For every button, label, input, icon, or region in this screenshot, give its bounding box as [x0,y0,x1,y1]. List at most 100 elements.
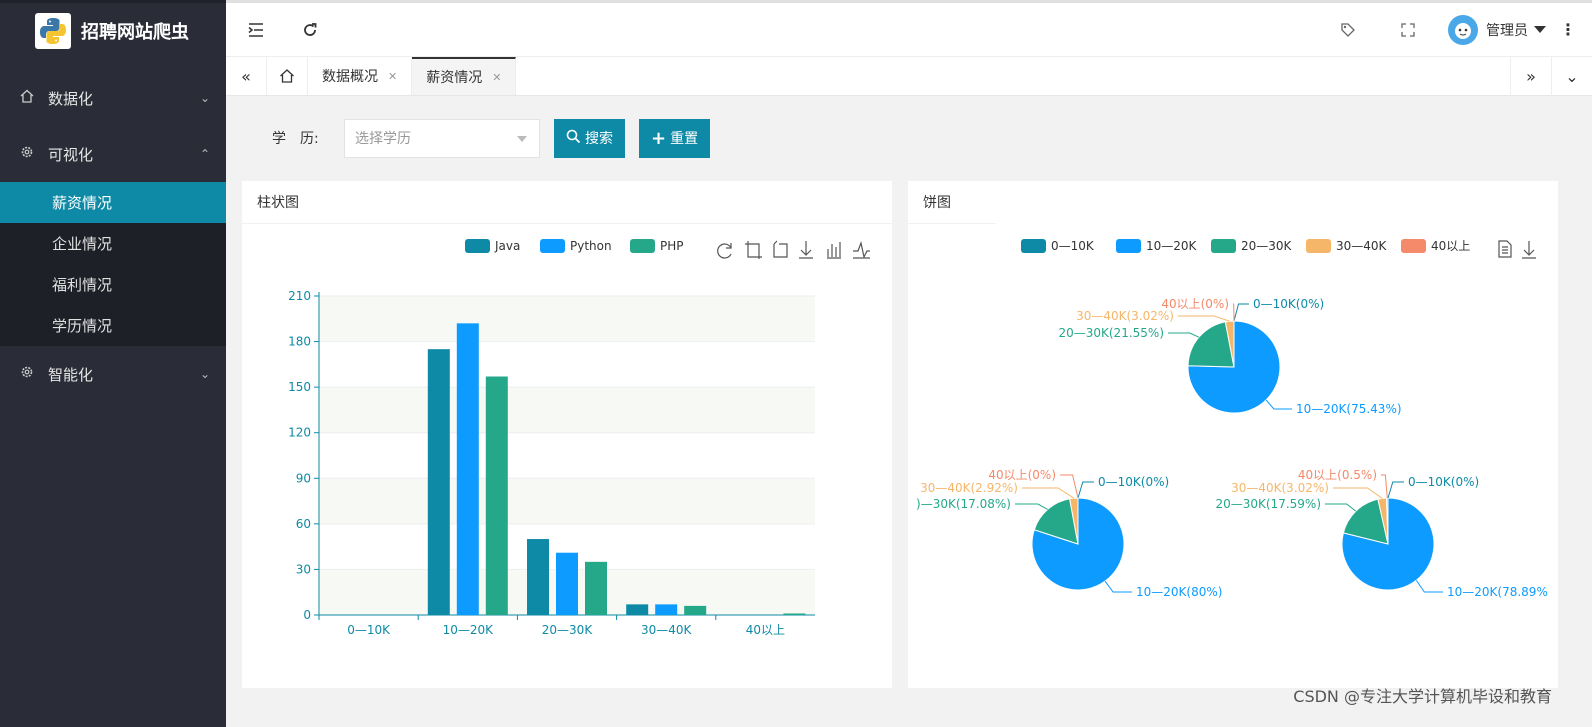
search-icon [566,129,581,148]
download-icon [1522,241,1536,259]
select-placeholder: 选择学历 [355,131,411,147]
sidebar-item-salary[interactable]: 薪资情况 [0,182,226,223]
app-title: 招聘网站爬虫 [81,21,189,43]
search-button[interactable]: 搜索 [554,118,625,158]
pie-chart-card: 饼图 0—10K 10—20K 20—30K 30—40K 40以上 0—10K(0%) 1… [908,181,1558,688]
sidebar-item-welfare[interactable]: 福利情况 [0,264,226,305]
nav-group-smart[interactable]: 智能化 ⌄ [0,346,226,402]
chevron-up-icon: ⌃ [199,147,210,161]
legend-label: 20—30K [1241,239,1293,253]
pie-label: 10—20K(75.43%) [1296,402,1402,416]
leader-line [1104,580,1132,593]
avatar[interactable] [1448,14,1478,45]
pie-label: 30—40K(3.02%) [1076,309,1174,323]
x-tick-label: 40以上 [746,623,785,637]
gear-icon [20,365,36,383]
leader-line [1333,487,1383,499]
tag-icon[interactable] [1336,18,1360,42]
leader-line [1415,579,1443,593]
chart-toolbox [717,240,870,259]
fullscreen-icon[interactable] [1396,18,1420,42]
nav-group-label: 可视化 [48,145,94,164]
leader-line [1077,481,1094,499]
legend-label: Python [570,239,612,253]
refresh-icon[interactable] [298,18,322,42]
pie-label: 10—20K(80%) [1136,585,1222,599]
bar-chart-card: 柱状图 0 30 60 90 120 150 180 210 0—10K 10—20K 20—30K… [242,181,892,688]
leader-line [1387,481,1404,499]
bar-php [684,605,707,615]
y-tick-label: 120 [288,426,311,440]
tab-salary[interactable]: 薪资情况 ✕ [412,57,517,95]
tab-label: 薪资情况 [426,70,483,86]
pie-label: 30—40K(2.92%) [920,481,1018,495]
tabs-scroll-left-icon[interactable]: « [226,57,267,95]
logo[interactable]: 招聘网站爬虫 [0,0,226,58]
user-name[interactable]: 管理员 [1486,20,1528,40]
restore-icon [717,243,732,259]
tabs-menu-chevron-icon[interactable]: ⌄ [1551,57,1592,96]
leader-line [1233,303,1249,322]
tab-label: 数据概况 [322,69,378,85]
grid-band [319,387,815,433]
data-view-icon [1498,240,1512,258]
leader-line [1233,303,1235,322]
bar-php [783,613,806,615]
caret-down-icon[interactable] [1534,26,1546,33]
bar-java [427,349,450,615]
y-tick-label: 0 [303,608,311,622]
leader-line [1381,474,1388,499]
bar-php [585,561,607,615]
legend-swatch [1116,239,1141,253]
x-tick-label: 10—20K [443,623,495,637]
nav-group-data[interactable]: 数据化 ⌄ [0,70,226,126]
reset-button[interactable]: + 重置 [639,118,711,158]
pie-label: 40以上(0%) [1161,297,1229,311]
pie-label: 40以上(0%) [988,468,1056,482]
caret-down-icon [517,135,527,142]
close-icon[interactable]: ✕ [492,71,501,84]
tab-data-overview[interactable]: 数据概况 ✕ [308,57,413,95]
pie-label: 0—10K(0%) [1253,297,1324,311]
pie-label: 0—10K(0%) [1408,475,1479,489]
download-icon [799,241,813,259]
y-tick-label: 210 [288,289,311,303]
nav-group-visual[interactable]: 可视化 ⌃ [0,126,226,182]
x-tick-label: 30—40K [641,623,693,637]
bar-chart-icon [827,242,841,259]
tabs-scroll-right-icon[interactable]: » [1510,57,1551,96]
y-tick-label: 60 [296,517,311,531]
sidebar-item-company[interactable]: 企业情况 [0,223,226,264]
more-vertical-icon[interactable]: ⋮ [1556,18,1580,42]
home-icon [20,89,36,107]
close-icon[interactable]: ✕ [388,70,397,83]
legend-label: PHP [660,239,684,253]
y-tick-label: 90 [296,471,311,485]
top-header: 管理员 ⋮ [226,0,1592,56]
search-button-label: 搜索 [585,131,613,147]
bar-python [556,552,578,615]
search-form: 学 历: 选择学历 搜索 + 重置 [226,96,1592,180]
sub-menu: 薪资情况 企业情况 福利情况 学历情况 [0,182,226,346]
pie-label: 10—20K(78.89% [1447,585,1548,599]
y-tick-label: 30 [296,562,311,576]
sidebar-item-education[interactable]: 学历情况 [0,305,226,346]
bar-php [485,376,508,615]
legend-swatch [1401,239,1426,253]
menu-toggle-icon[interactable] [244,18,268,42]
home-tab-icon[interactable] [267,57,308,95]
pie-chart: 0—10K 10—20K 20—30K 30—40K 40以上 0—10K(0%) 10—2… [916,239,1548,599]
leader-line [1022,487,1075,499]
legend-label: Java [494,239,520,253]
legend-swatch [1021,239,1046,253]
nav-group-label: 数据化 [48,89,94,108]
legend-label: 30—40K [1336,239,1388,253]
watermark: CSDN @专注大学计算机毕设和教育 [1293,687,1552,706]
legend-label: 10—20K [1146,239,1198,253]
education-select[interactable]: 选择学历 [344,118,540,158]
education-label: 学 历: [272,131,319,147]
pie-label: 30—40K(3.02%) [1231,481,1329,495]
legend-swatch [1306,239,1331,253]
zoom-icon [745,241,762,259]
python-logo-icon [35,12,71,49]
